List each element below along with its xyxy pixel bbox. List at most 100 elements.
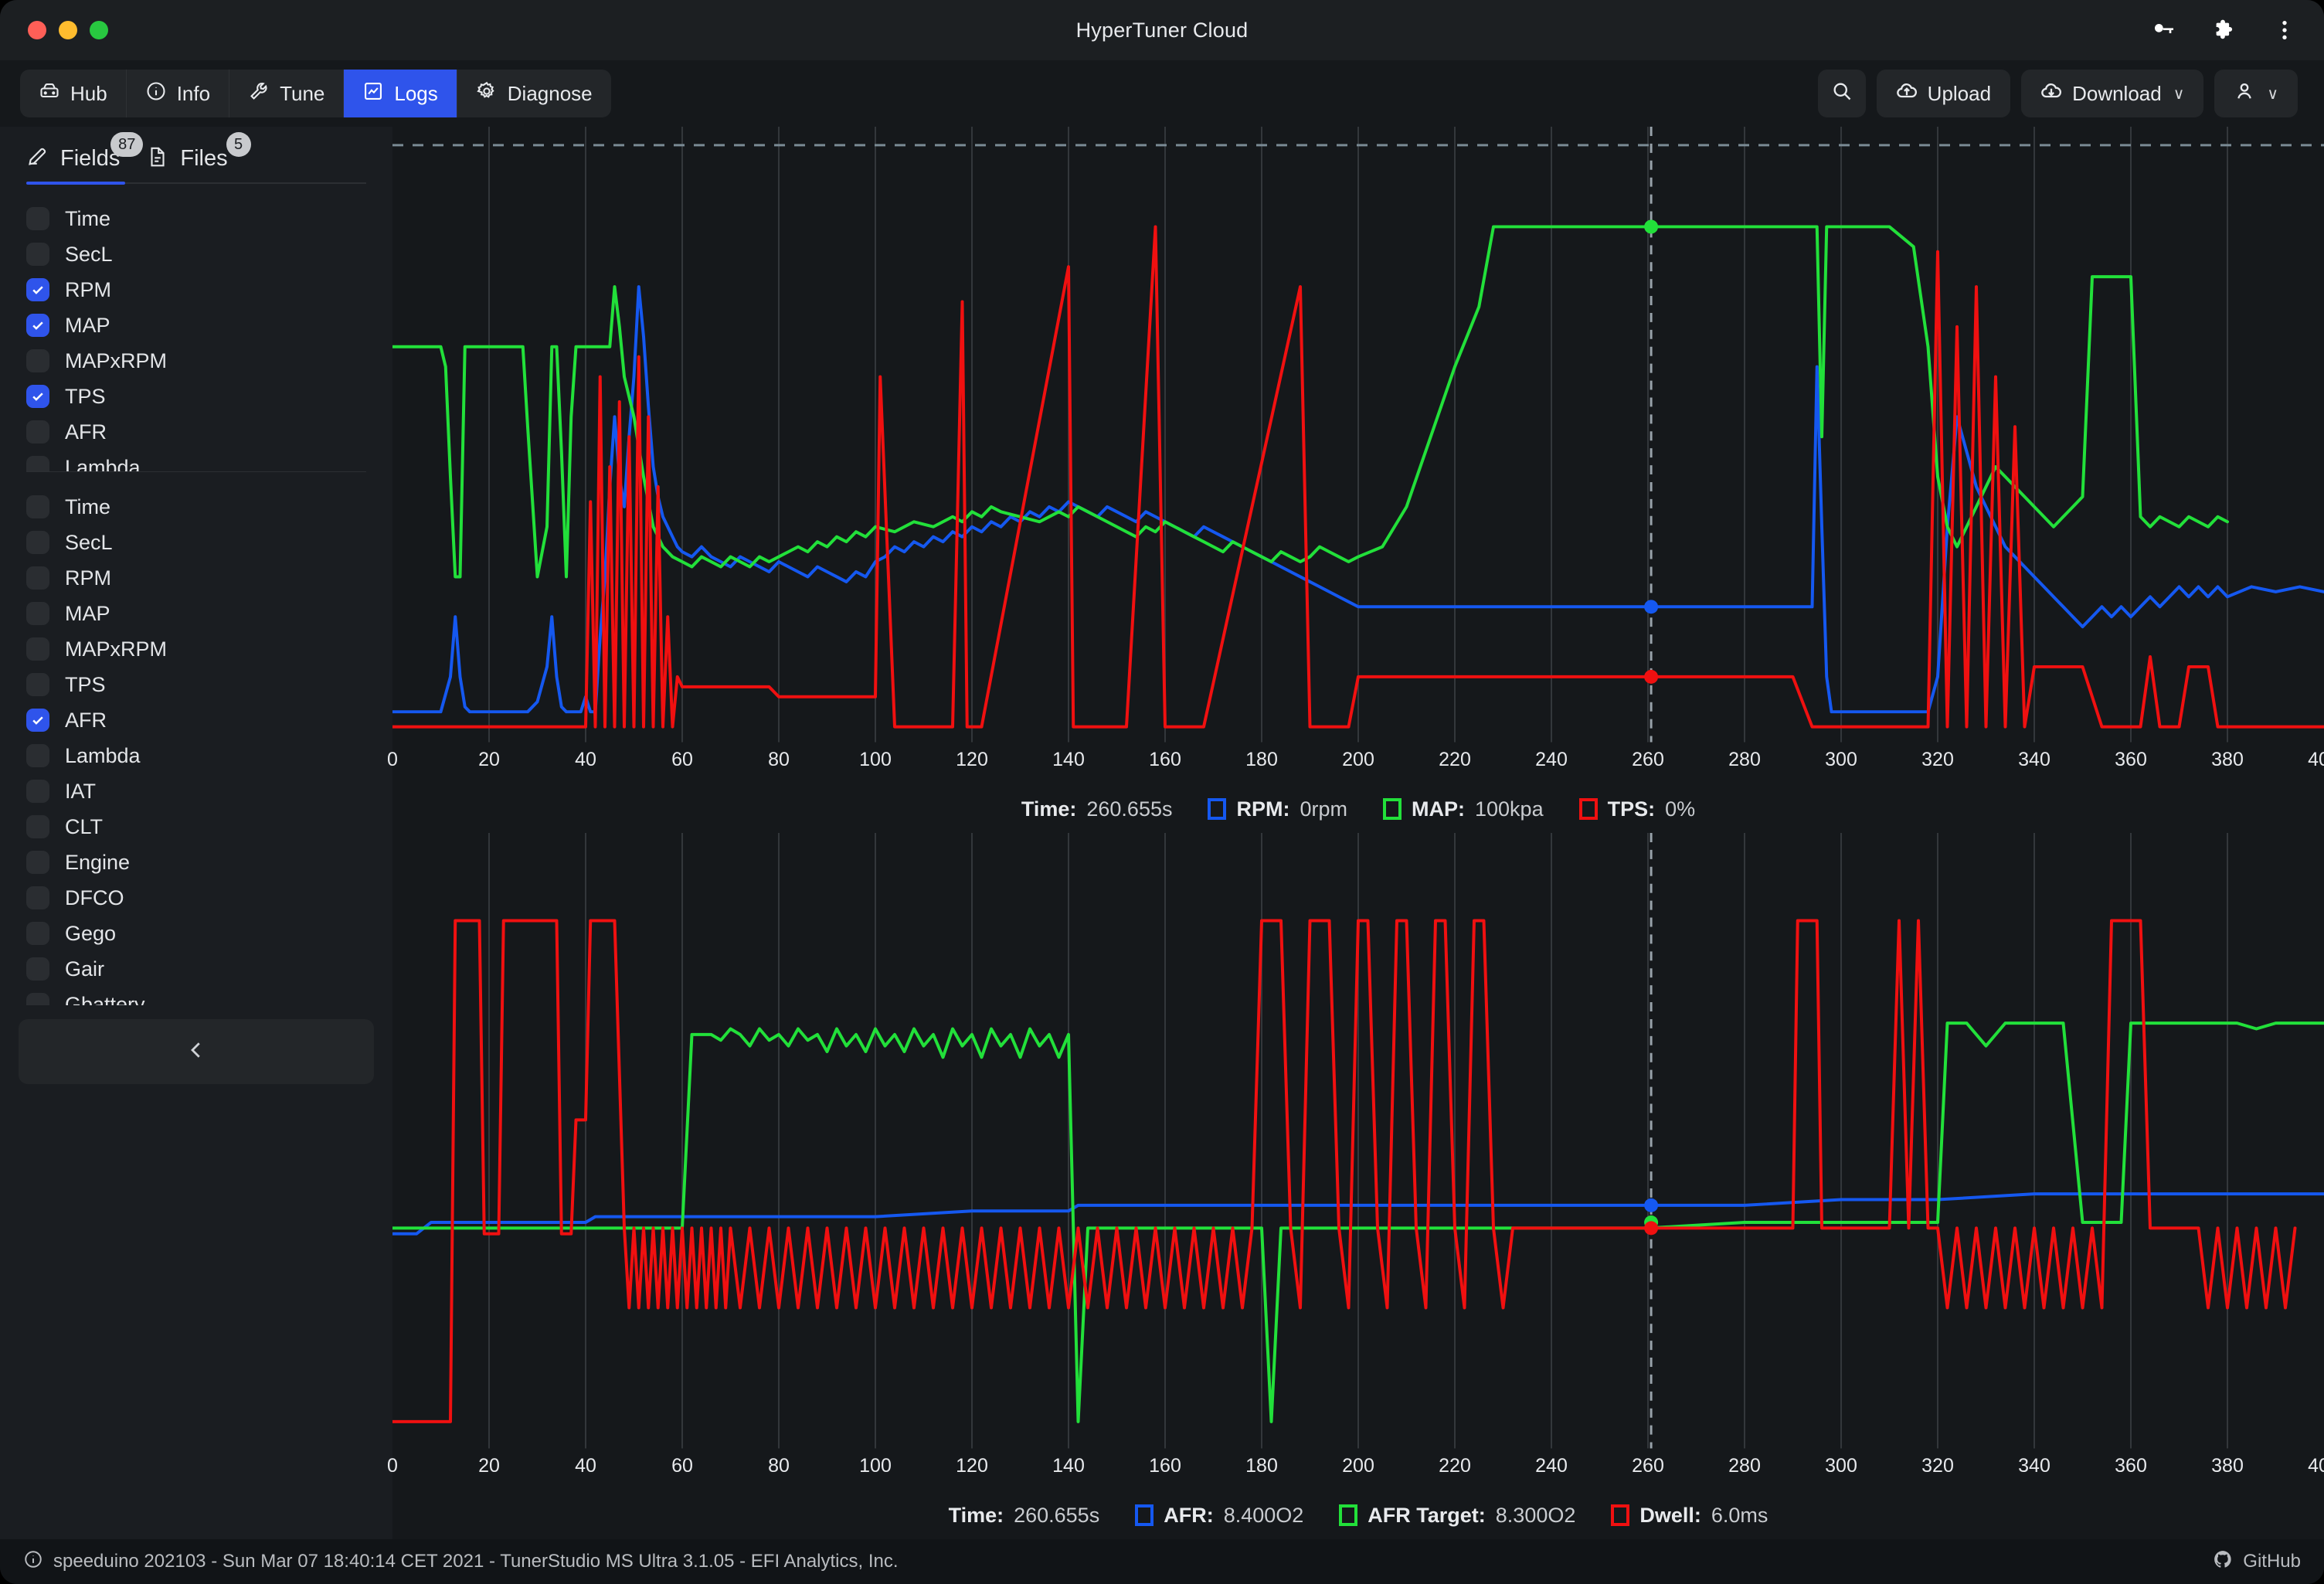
search-button[interactable] — [1817, 70, 1866, 117]
legend-label-afr-target: AFR Target: — [1368, 1503, 1486, 1527]
field-checkbox[interactable] — [26, 207, 49, 230]
account-button[interactable]: ∨ — [2214, 70, 2298, 117]
field-checkbox[interactable] — [26, 495, 49, 518]
x-tick: 220 — [1439, 748, 1471, 770]
key-icon[interactable] — [2151, 17, 2177, 43]
field-item-map[interactable]: MAP — [26, 308, 392, 343]
chart-bottom[interactable] — [392, 833, 2324, 1449]
nav-label-hub: Hub — [70, 81, 107, 105]
field-item-gbattery[interactable]: Gbattery — [26, 987, 392, 1005]
field-item-map[interactable]: MAP — [26, 596, 392, 631]
legend-series-dwell[interactable]: Dwell: 6.0ms — [1611, 1504, 1768, 1528]
x-tick: 400 — [2308, 748, 2324, 770]
field-item-mapxrpm[interactable]: MAPxRPM — [26, 631, 392, 667]
x-tick: 60 — [671, 1454, 693, 1477]
field-checkbox[interactable] — [26, 385, 49, 408]
x-tick: 20 — [478, 748, 500, 770]
nav-item-logs[interactable]: Logs — [344, 70, 457, 117]
field-checkbox[interactable] — [26, 243, 49, 266]
field-checkbox[interactable] — [26, 993, 49, 1005]
field-label: SecL — [65, 530, 113, 554]
legend-swatch-afr-target — [1339, 1504, 1358, 1527]
field-checkbox[interactable] — [26, 566, 49, 590]
field-item-secl[interactable]: SecL — [26, 236, 392, 272]
legend-label-rpm: RPM: — [1236, 797, 1290, 821]
kebab-menu-icon[interactable] — [2271, 17, 2298, 43]
x-tick: 0 — [387, 748, 398, 770]
field-checkbox[interactable] — [26, 531, 49, 554]
field-item-clt[interactable]: CLT — [26, 809, 392, 845]
legend-series-tps[interactable]: TPS: 0% — [1578, 797, 1695, 821]
nav-item-info[interactable]: Info — [127, 70, 230, 117]
field-item-rpm[interactable]: RPM — [26, 560, 392, 596]
field-item-secl[interactable]: SecL — [26, 525, 392, 560]
field-checkbox[interactable] — [26, 957, 49, 981]
field-item-gair[interactable]: Gair — [26, 951, 392, 987]
field-item-afr[interactable]: AFR — [26, 414, 392, 450]
field-checkbox[interactable] — [26, 780, 49, 803]
field-checkbox[interactable] — [26, 349, 49, 372]
field-item-tps[interactable]: TPS — [26, 667, 392, 702]
collapse-sidebar-button[interactable] — [19, 1019, 374, 1084]
field-checkbox[interactable] — [26, 922, 49, 945]
legend-label-map: MAP: — [1412, 797, 1465, 821]
legend-series-afr[interactable]: AFR: 8.400O2 — [1135, 1504, 1303, 1528]
field-item-gego[interactable]: Gego — [26, 916, 392, 951]
toolbar-actions: Upload Download ∨ ∨ — [1817, 70, 2298, 117]
field-checkbox[interactable] — [26, 420, 49, 444]
field-item-time[interactable]: Time — [26, 201, 392, 236]
field-checkbox[interactable] — [26, 456, 49, 471]
collapse-sidebar-wrap — [0, 1005, 392, 1095]
field-item-time[interactable]: Time — [26, 489, 392, 525]
field-checkbox[interactable] — [26, 851, 49, 874]
field-item-dfco[interactable]: DFCO — [26, 880, 392, 916]
field-item-mapxrpm[interactable]: MAPxRPM — [26, 343, 392, 379]
legend-swatch-afr — [1135, 1504, 1154, 1527]
field-checkbox[interactable] — [26, 815, 49, 838]
field-label: DFCO — [65, 885, 124, 909]
field-checkbox[interactable] — [26, 314, 49, 337]
tab-fields[interactable]: Fields 87 — [26, 132, 144, 172]
legend-time-label-bottom: Time: — [948, 1503, 1004, 1527]
field-checkbox[interactable] — [26, 744, 49, 767]
legend-time-value-top: 260.655s — [1086, 797, 1173, 821]
field-item-afr[interactable]: AFR — [26, 702, 392, 738]
field-checkbox[interactable] — [26, 673, 49, 696]
github-link[interactable]: GitHub — [2213, 1549, 2301, 1575]
field-checkbox[interactable] — [26, 602, 49, 625]
field-item-engine[interactable]: Engine — [26, 845, 392, 880]
legend-series-afr-target[interactable]: AFR Target: 8.300O2 — [1339, 1504, 1575, 1528]
field-list-bottom[interactable]: Time SecL RPM MAP MAPxRPM TPS AFR Lambda IAT CLT E… — [0, 472, 392, 1005]
field-checkbox[interactable] — [26, 637, 49, 661]
nav-item-diagnose[interactable]: Diagnose — [457, 70, 611, 117]
legend-time-bottom: Time: 260.655s — [949, 1504, 1100, 1528]
field-list-top[interactable]: TimeSecLRPMMAPMAPxRPMTPSAFRLambdaIATCLTE… — [0, 184, 392, 471]
field-checkbox[interactable] — [26, 709, 49, 732]
field-item-lambda[interactable]: Lambda — [26, 738, 392, 773]
x-tick: 360 — [2115, 748, 2147, 770]
download-button[interactable]: Download ∨ — [2021, 70, 2204, 117]
info-icon — [145, 80, 167, 107]
nav-item-hub[interactable]: Hub — [20, 70, 127, 117]
tab-indicator — [26, 182, 366, 185]
legend-series-map[interactable]: MAP: 100kpa — [1383, 797, 1544, 821]
field-checkbox[interactable] — [26, 278, 49, 301]
field-label: IAT — [65, 779, 96, 803]
field-label: RPM — [65, 277, 111, 301]
field-checkbox[interactable] — [26, 886, 49, 909]
legend-label-dwell: Dwell: — [1639, 1503, 1701, 1527]
legend-series-rpm[interactable]: RPM: 0rpm — [1208, 797, 1347, 821]
pencil-icon — [26, 145, 49, 172]
nav-item-tune[interactable]: Tune — [229, 70, 345, 117]
gear-icon — [476, 80, 498, 107]
field-item-tps[interactable]: TPS — [26, 379, 392, 414]
field-label: MAP — [65, 313, 110, 337]
field-item-lambda[interactable]: Lambda — [26, 450, 392, 471]
x-tick: 400 — [2308, 1454, 2324, 1477]
field-item-rpm[interactable]: RPM — [26, 272, 392, 308]
puzzle-icon[interactable] — [2211, 17, 2237, 43]
upload-button[interactable]: Upload — [1876, 70, 2011, 117]
field-item-iat[interactable]: IAT — [26, 773, 392, 809]
tab-files[interactable]: Files 5 — [146, 132, 251, 172]
chart-top[interactable] — [392, 127, 2324, 743]
